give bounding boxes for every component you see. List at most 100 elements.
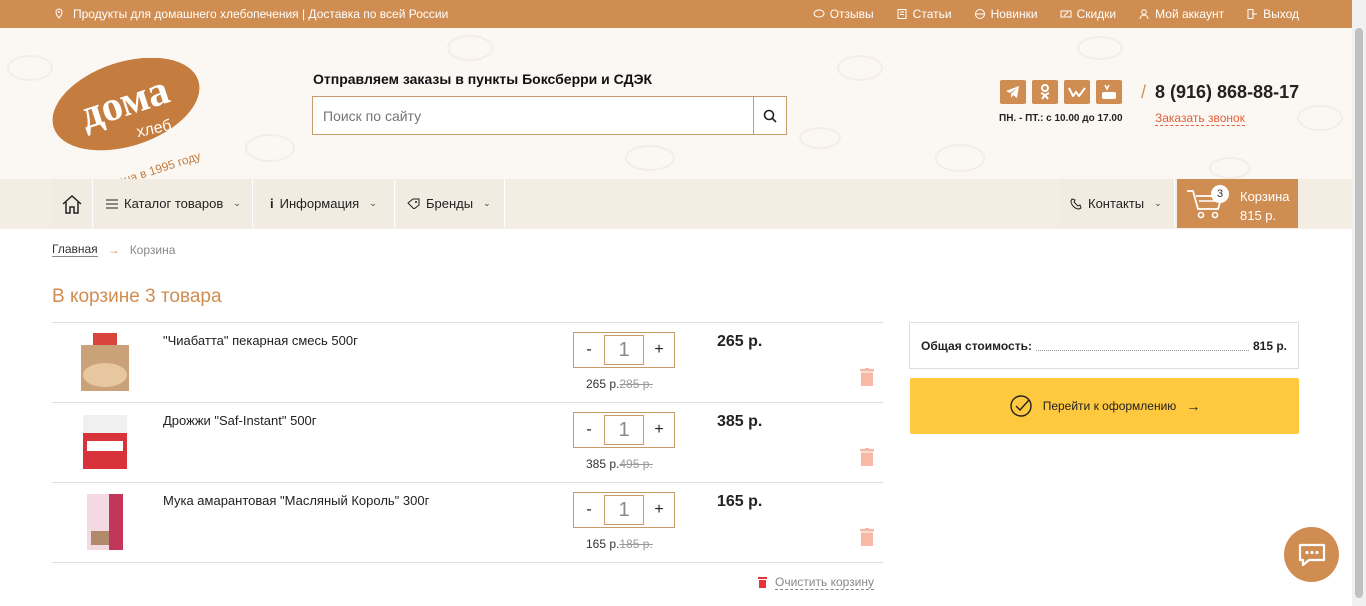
tagline-text: Продукты для домашнего хлебопечения | До… — [73, 7, 449, 21]
search-box — [312, 96, 787, 135]
product-image[interactable] — [79, 331, 131, 393]
chat-icon — [1298, 543, 1325, 566]
logo[interactable]: дома хлеб основана в 1995 году — [52, 57, 217, 199]
discounts-label: Скидки — [1076, 7, 1117, 21]
chevron-down-icon: ⌄ — [233, 198, 241, 208]
callback-link[interactable]: Заказать звонок — [1155, 111, 1245, 126]
qty-minus-button[interactable]: - — [574, 341, 604, 359]
nav-contacts[interactable]: Контакты ⌄ — [1060, 179, 1175, 228]
clear-cart-label: Очистить корзину — [775, 575, 874, 590]
cart-items: "Чиабатта" пекарная смесь 500г - 1 + 265… — [52, 322, 883, 563]
trash-icon[interactable] — [860, 368, 874, 386]
chevron-down-icon: ⌄ — [1154, 198, 1162, 208]
breadcrumb-home[interactable]: Главная — [52, 242, 98, 257]
chevron-down-icon: ⌄ — [483, 198, 491, 208]
nav-catalog-label: Каталог товаров — [124, 196, 224, 211]
new-link[interactable]: Новинки — [974, 7, 1038, 21]
reviews-link[interactable]: Отзывы — [813, 7, 874, 21]
home-icon — [62, 194, 82, 214]
arrow-right-icon: → — [1186, 398, 1201, 414]
cart-label: Корзина — [1240, 189, 1290, 204]
product-image[interactable] — [79, 411, 131, 473]
old-price: 285 р. — [619, 377, 653, 391]
clear-cart-button[interactable]: Очистить корзину — [758, 575, 874, 590]
cart-item: Мука амарантовая "Масляный Король" 300г … — [52, 483, 883, 563]
top-links: Отзывы Статьи Новинки Скидки Мой аккаунт… — [813, 7, 1299, 21]
checkout-button[interactable]: Перейти к оформлению → — [910, 378, 1299, 434]
logout-link[interactable]: Выход — [1246, 7, 1299, 21]
info-icon: i — [270, 196, 274, 211]
product-image[interactable] — [79, 491, 131, 553]
search-button[interactable] — [753, 97, 786, 134]
menu-icon — [106, 199, 118, 208]
vk-icon[interactable] — [1064, 80, 1090, 104]
nav-brands[interactable]: Бренды ⌄ — [397, 179, 505, 228]
line-total: 265 р. — [717, 333, 763, 350]
old-price: 185 р. — [619, 537, 653, 551]
checkout-label: Перейти к оформлению — [1042, 399, 1177, 413]
unit-price: 165 р.185 р. — [586, 537, 653, 551]
phone-number[interactable]: 8 (916) 868-88-17 — [1155, 82, 1299, 103]
shipping-info: Отправляем заказы в пункты Боксберри и С… — [313, 71, 653, 87]
price: 165 р. — [586, 537, 620, 551]
articles-link[interactable]: Статьи — [896, 7, 952, 21]
account-label: Мой аккаунт — [1155, 7, 1225, 21]
nav-brands-label: Бренды — [426, 196, 474, 211]
cart-button[interactable]: 3 Корзина 815 р. — [1177, 179, 1298, 228]
chat-widget-button[interactable] — [1284, 527, 1339, 582]
articles-label: Статьи — [912, 7, 952, 21]
youtube-icon[interactable] — [1096, 80, 1122, 104]
phone-icon — [1070, 197, 1082, 210]
check-circle-icon — [1009, 395, 1032, 417]
unit-price: 265 р.285 р. — [586, 377, 653, 391]
search-icon — [763, 109, 777, 123]
dotted-leader — [1035, 341, 1249, 351]
unit-price: 385 р.495 р. — [586, 457, 653, 471]
qty-minus-button[interactable]: - — [574, 501, 604, 519]
nav-info[interactable]: i Информация ⌄ — [256, 179, 395, 228]
qty-plus-button[interactable]: + — [644, 421, 674, 439]
phone-divider: / — [1141, 82, 1147, 102]
price: 265 р. — [586, 377, 620, 391]
product-name[interactable]: Мука амарантовая "Масляный Король" 300г — [163, 493, 429, 508]
quantity-stepper: - 1 + — [573, 332, 675, 368]
trash-icon[interactable] — [860, 448, 874, 466]
logo-slogan: основана в 1995 году — [85, 149, 202, 183]
qty-plus-button[interactable]: + — [644, 501, 674, 519]
location-icon — [55, 8, 63, 19]
arrow-right-icon: → — [107, 242, 120, 257]
cart-sum: 815 р. — [1240, 208, 1277, 223]
product-name[interactable]: "Чиабатта" пекарная смесь 500г — [163, 333, 358, 348]
search-input[interactable] — [313, 97, 753, 134]
product-name[interactable]: Дрожжи "Saf-Instant" 500г — [163, 413, 317, 428]
tagline: Продукты для домашнего хлебопечения | До… — [53, 7, 448, 21]
price: 385 р. — [586, 457, 620, 471]
qty-input[interactable]: 1 — [604, 415, 644, 445]
logo-emblem: дома хлеб основана в 1995 году — [52, 57, 202, 199]
user-icon — [1139, 9, 1149, 20]
logout-label: Выход — [1263, 7, 1299, 21]
nav-catalog[interactable]: Каталог товаров ⌄ — [94, 179, 253, 228]
trash-icon[interactable] — [860, 528, 874, 546]
old-price: 495 р. — [619, 457, 653, 471]
account-link[interactable]: Мой аккаунт — [1138, 7, 1224, 21]
nav-info-label: Информация — [279, 196, 360, 211]
telegram-icon[interactable] — [1000, 80, 1026, 104]
qty-plus-button[interactable]: + — [644, 341, 674, 359]
qty-minus-button[interactable]: - — [574, 421, 604, 439]
discounts-link[interactable]: Скидки — [1060, 7, 1117, 21]
top-bar: Продукты для домашнего хлебопечения | До… — [0, 0, 1366, 28]
logout-icon — [1247, 9, 1258, 19]
order-summary: Общая стоимость: 815 р. — [909, 322, 1299, 369]
page-scrollbar[interactable] — [1352, 0, 1366, 606]
line-total: 165 р. — [717, 493, 763, 510]
summary-label: Общая стоимость: — [921, 338, 1032, 353]
qty-input[interactable]: 1 — [604, 335, 644, 365]
home-button[interactable] — [52, 179, 93, 228]
qty-input[interactable]: 1 — [604, 495, 644, 525]
nav-contacts-label: Контакты — [1088, 196, 1145, 211]
scrollbar-thumb[interactable] — [1355, 28, 1363, 598]
cart-item: Дрожжи "Saf-Instant" 500г - 1 + 385 р.49… — [52, 403, 883, 483]
trash-icon — [758, 577, 767, 588]
odnoklassniki-icon[interactable] — [1032, 80, 1058, 104]
